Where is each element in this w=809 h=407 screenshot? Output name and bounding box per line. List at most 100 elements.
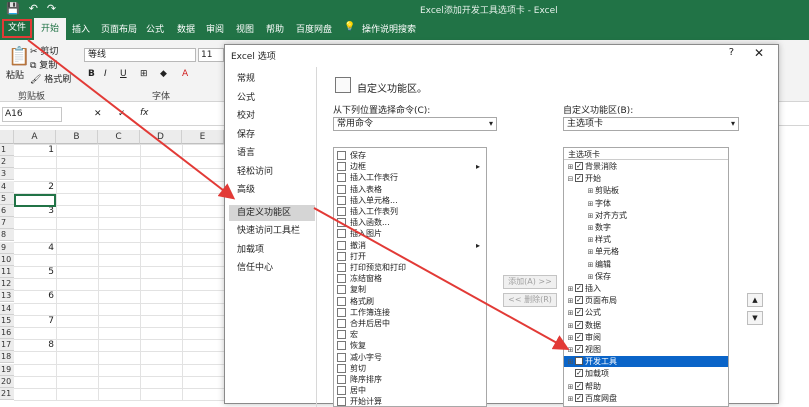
- command-item[interactable]: 冻结窗格: [334, 273, 486, 284]
- cell-value[interactable]: 2: [14, 181, 54, 193]
- underline-button[interactable]: U: [120, 69, 127, 79]
- cut-button[interactable]: ✂ 剪切: [30, 44, 58, 57]
- checkbox[interactable]: ✓: [575, 381, 583, 390]
- ribbon-tree[interactable]: 主选项卡 ⊞ ✓ 背景消除 ⊟ ✓ 开始 ⊞ 剪贴板 ⊞ 字体 ⊞ 对齐方式 ⊞ 数字 ⊞ 样式 ⊞ 单元格 ⊞ 编辑 ⊞…: [563, 147, 729, 407]
- tree-item[interactable]: ⊟ ✓ 开始: [564, 173, 728, 184]
- column-header[interactable]: C: [98, 130, 140, 144]
- tree-item[interactable]: ⊞ 剪贴板: [564, 185, 728, 196]
- expand-icon[interactable]: ⊞: [566, 357, 575, 368]
- tree-item[interactable]: ⊞ ✓ 开发工具: [564, 356, 728, 368]
- command-item[interactable]: 格式刷: [334, 296, 486, 307]
- row-header[interactable]: 19: [0, 363, 14, 376]
- cell-value[interactable]: 4: [14, 242, 54, 254]
- tree-item[interactable]: ⊞ 字体: [564, 198, 728, 209]
- checkbox[interactable]: ✓: [575, 320, 583, 329]
- row-header[interactable]: 13: [0, 290, 14, 303]
- command-item[interactable]: 插入单元格...: [334, 195, 486, 206]
- tree-item[interactable]: ⊞ 数字: [564, 222, 728, 233]
- ribbon-tabs-select[interactable]: 主选项卡 ▾: [563, 117, 739, 131]
- tab-formulas[interactable]: 公式: [146, 22, 164, 35]
- command-item[interactable]: 打印预览和打印: [334, 262, 486, 273]
- remove-button[interactable]: << 删除(R): [503, 293, 557, 307]
- checkbox[interactable]: ✓: [575, 284, 583, 292]
- font-size-select[interactable]: 11: [198, 48, 224, 62]
- expand-icon[interactable]: ⊞: [566, 308, 575, 319]
- checkbox[interactable]: ✓: [575, 174, 583, 183]
- expand-icon[interactable]: ⊞: [566, 296, 575, 307]
- command-item[interactable]: 插入表格: [334, 184, 486, 195]
- fill-color-icon[interactable]: ◆: [160, 69, 167, 79]
- command-item[interactable]: 插入图片: [334, 228, 486, 239]
- expand-icon[interactable]: ⊞: [586, 199, 595, 210]
- tab-review[interactable]: 审阅: [206, 22, 224, 35]
- command-item[interactable]: 打开: [334, 251, 486, 262]
- expand-icon[interactable]: ⊞: [586, 186, 595, 197]
- row-header[interactable]: 3: [0, 168, 14, 181]
- italic-button[interactable]: I: [104, 69, 107, 79]
- enter-icon[interactable]: ✓: [118, 109, 126, 119]
- tab-file[interactable]: 文件: [2, 19, 32, 38]
- row-header[interactable]: 11: [0, 266, 14, 278]
- checkbox[interactable]: ✓: [575, 332, 583, 341]
- tree-item[interactable]: ⊞ ✓ 页面布局: [564, 295, 728, 306]
- tab-data[interactable]: 数据: [177, 22, 195, 35]
- nav-item[interactable]: 快速访问工具栏: [229, 223, 315, 239]
- expand-icon[interactable]: ⊞: [566, 345, 575, 356]
- checkbox[interactable]: ✓: [575, 393, 583, 402]
- row-header[interactable]: 14: [0, 302, 14, 315]
- command-item[interactable]: 宏: [334, 329, 486, 340]
- tree-item[interactable]: ⊞ 编辑: [564, 259, 728, 270]
- move-down-button[interactable]: ▼: [747, 311, 763, 325]
- row-header[interactable]: 1: [0, 144, 14, 156]
- cell-value[interactable]: 8: [14, 339, 54, 351]
- checkbox[interactable]: ✓: [575, 162, 583, 170]
- tree-item[interactable]: ⊞ ✓ 审阅: [564, 332, 728, 343]
- expand-icon[interactable]: ⊞: [566, 333, 575, 344]
- command-item[interactable]: 插入工作表列: [334, 206, 486, 217]
- paste-icon[interactable]: 📋: [8, 46, 30, 67]
- command-item[interactable]: 保存: [334, 150, 486, 161]
- row-header[interactable]: 21: [0, 388, 14, 400]
- command-item[interactable]: 撤消 ▸: [334, 240, 486, 251]
- tree-item[interactable]: ⊞ 单元格: [564, 246, 728, 257]
- cell-value[interactable]: 5: [14, 266, 54, 278]
- row-header[interactable]: 12: [0, 278, 14, 291]
- worksheet-grid[interactable]: A B C D E 1 2 3 4 5 6 7 8 9 10 11 12 13 14 15 16 17 18 19 20 21 1 2…: [0, 130, 230, 402]
- row-header[interactable]: 4: [0, 180, 14, 193]
- close-button[interactable]: ✕: [754, 46, 764, 60]
- nav-item[interactable]: 自定义功能区: [229, 204, 315, 221]
- tab-insert[interactable]: 插入: [72, 22, 90, 35]
- command-item[interactable]: 插入函数...: [334, 217, 486, 228]
- row-header[interactable]: 18: [0, 351, 14, 364]
- nav-item[interactable]: 保存: [229, 127, 315, 143]
- command-item[interactable]: 减小字号: [334, 352, 486, 363]
- checkbox[interactable]: ✓: [575, 369, 583, 378]
- help-button[interactable]: ?: [729, 47, 734, 58]
- save-icon[interactable]: 💾: [6, 2, 20, 15]
- nav-item[interactable]: 常规: [229, 71, 315, 87]
- checkbox[interactable]: ✓: [575, 308, 583, 317]
- tree-item[interactable]: ⊞ ✓ 帮助: [564, 381, 728, 392]
- row-header[interactable]: 10: [0, 253, 14, 266]
- expand-icon[interactable]: ⊞: [586, 223, 595, 234]
- nav-item[interactable]: 轻松访问: [229, 164, 315, 180]
- command-item[interactable]: 合并后居中: [334, 318, 486, 329]
- tree-item[interactable]: ⊞ 保存: [564, 271, 728, 282]
- row-header[interactable]: 15: [0, 314, 14, 327]
- bold-button[interactable]: B: [88, 69, 95, 79]
- expand-icon[interactable]: ⊞: [586, 247, 595, 258]
- expand-icon[interactable]: ⊟: [566, 174, 575, 185]
- tree-item[interactable]: ⊞ 对齐方式: [564, 210, 728, 221]
- command-item[interactable]: 降序排序: [334, 374, 486, 385]
- tab-help[interactable]: 帮助: [266, 22, 284, 35]
- fx-icon[interactable]: fx: [140, 108, 149, 118]
- copy-button[interactable]: ⧉ 复制: [30, 58, 57, 71]
- add-button[interactable]: 添加(A) >>: [503, 275, 557, 289]
- command-item[interactable]: 恢复: [334, 340, 486, 351]
- checkbox[interactable]: ✓: [575, 357, 583, 366]
- nav-item[interactable]: 公式: [229, 90, 315, 106]
- commands-list[interactable]: 保存 边框 ▸ 插入工作表行 插入表格 插入单元格... 插入工作表列 插入函数... 插入图片…: [333, 147, 487, 407]
- command-item[interactable]: 居中: [334, 385, 486, 396]
- command-item[interactable]: 复制: [334, 284, 486, 295]
- command-item[interactable]: 开始计算: [334, 396, 486, 406]
